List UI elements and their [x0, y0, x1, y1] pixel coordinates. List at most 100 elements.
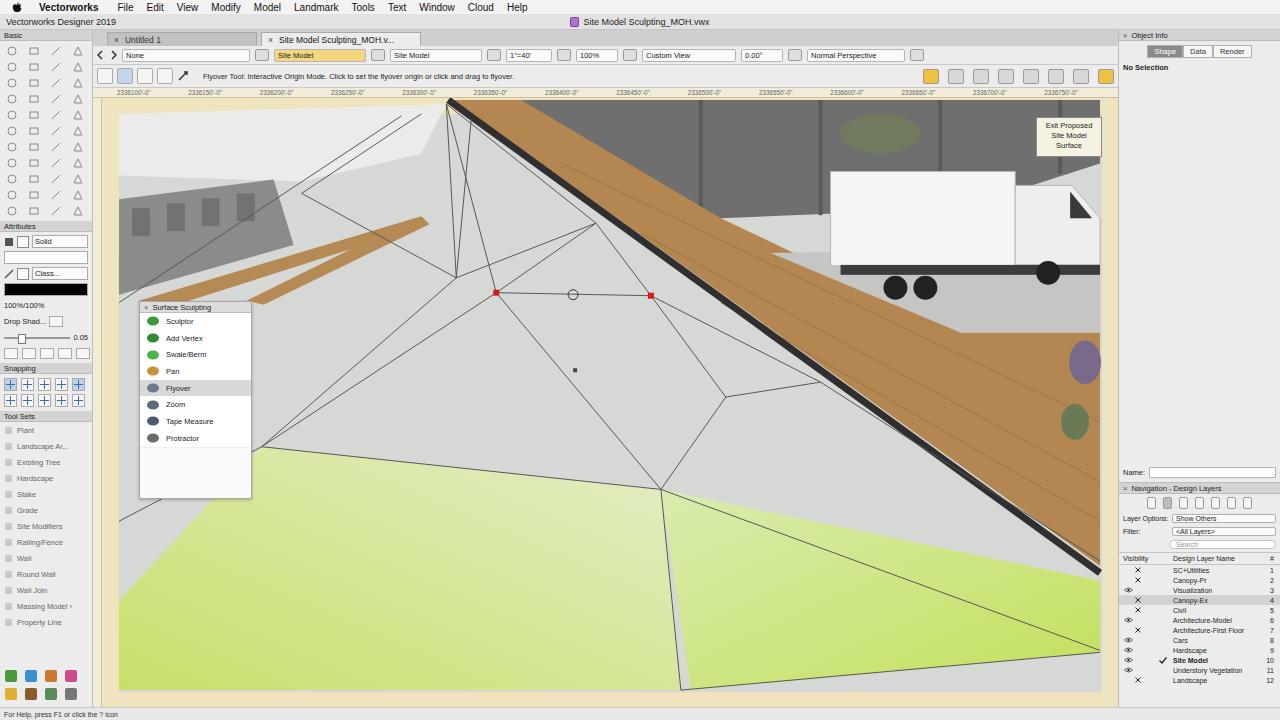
navigation-mode-button[interactable]: [1195, 497, 1204, 509]
layer-row[interactable]: SC+Utilities1: [1119, 565, 1280, 575]
mode-button[interactable]: [137, 68, 153, 84]
tool-icon[interactable]: [50, 141, 62, 153]
tool-icon[interactable]: [6, 189, 18, 201]
toolbar-button[interactable]: [1073, 69, 1089, 84]
name-field[interactable]: [1149, 467, 1276, 478]
tool-icon[interactable]: [72, 205, 84, 217]
site-model-scene[interactable]: [102, 98, 1118, 707]
tool-set-item[interactable]: Plant: [0, 422, 92, 438]
tool-set-item[interactable]: Property Line: [0, 614, 92, 630]
scale-field[interactable]: 1"=40': [506, 49, 552, 62]
toolbar-button[interactable]: [1098, 69, 1114, 84]
rotation-field[interactable]: 0.00°: [741, 49, 783, 62]
view-field[interactable]: Custom View: [642, 49, 736, 62]
menu-item[interactable]: Modify: [211, 2, 240, 13]
view-icon[interactable]: [623, 49, 637, 61]
sculpt-tool[interactable]: Tape Measure: [140, 413, 251, 430]
tool-icon[interactable]: [6, 173, 18, 185]
tool-icon[interactable]: [28, 45, 40, 57]
snap-icon[interactable]: [21, 394, 34, 407]
tool-icon[interactable]: [6, 77, 18, 89]
tool-set-item[interactable]: Railing/Fence: [0, 534, 92, 550]
menu-item[interactable]: Tools: [352, 2, 375, 13]
object-info-tab[interactable]: Data: [1183, 45, 1213, 58]
layer-icon[interactable]: [255, 49, 269, 61]
tool-icon[interactable]: [6, 61, 18, 73]
tool-icon[interactable]: [6, 45, 18, 57]
sheet-layer-field[interactable]: Site Model: [390, 49, 482, 62]
layer-row[interactable]: Civil5: [1119, 605, 1280, 615]
sculpt-tool[interactable]: Protractor: [140, 430, 251, 447]
hidden-x-icon[interactable]: [1135, 567, 1141, 573]
toolbar-button[interactable]: [1048, 69, 1064, 84]
app-menu[interactable]: Vectorworks: [39, 2, 98, 13]
menu-item[interactable]: Edit: [147, 2, 164, 13]
tool-icon[interactable]: [72, 173, 84, 185]
hidden-x-icon[interactable]: [1135, 607, 1141, 613]
menu-item[interactable]: Cloud: [468, 2, 494, 13]
tool-icon[interactable]: [50, 77, 62, 89]
document-tab[interactable]: ×Site Model Sculpting_MOH.v...: [261, 32, 421, 46]
tool-icon[interactable]: [28, 125, 40, 137]
menu-item[interactable]: Model: [254, 2, 281, 13]
pen-color-bar[interactable]: [4, 283, 88, 296]
sculpt-tool[interactable]: Add Vertex: [140, 330, 251, 347]
tool-set-item[interactable]: Wall: [0, 550, 92, 566]
arrow-style-button[interactable]: [40, 348, 54, 359]
tool-icon[interactable]: [6, 141, 18, 153]
layer-row[interactable]: Landscape12: [1119, 675, 1280, 685]
fill-swatch[interactable]: [17, 236, 29, 248]
menu-item[interactable]: Landmark: [294, 2, 338, 13]
tool-icon[interactable]: [50, 93, 62, 105]
fill-color-bar[interactable]: [4, 251, 88, 264]
sculpt-tool[interactable]: Swale/Berm: [140, 346, 251, 363]
snap-icon[interactable]: [55, 394, 68, 407]
tool-icon[interactable]: [50, 205, 62, 217]
line-weight-value[interactable]: 0.05: [73, 333, 88, 342]
tool-set-item[interactable]: Wall Join: [0, 582, 92, 598]
tool-icon[interactable]: [72, 93, 84, 105]
document-tab[interactable]: ×Untitled 1: [107, 32, 257, 46]
working-plane-icon[interactable]: [788, 49, 802, 61]
menu-item[interactable]: Text: [388, 2, 406, 13]
tool-icon[interactable]: [72, 109, 84, 121]
tool-icon[interactable]: [28, 157, 40, 169]
navigation-mode-button[interactable]: [1147, 497, 1156, 509]
mode-button[interactable]: [97, 68, 113, 84]
navigation-mode-button[interactable]: [1243, 497, 1252, 509]
sculpt-tool[interactable]: Sculptor: [140, 313, 251, 330]
object-info-tab[interactable]: Shape: [1147, 45, 1183, 58]
arrow-style-button[interactable]: [22, 348, 36, 359]
tool-icon[interactable]: [72, 77, 84, 89]
hidden-x-icon[interactable]: [1135, 597, 1141, 603]
eye-icon[interactable]: [1124, 637, 1133, 643]
eye-icon[interactable]: [1124, 647, 1133, 653]
tool-set-item[interactable]: Massing Model ›: [0, 598, 92, 614]
toolbar-button[interactable]: [973, 69, 989, 84]
palette-close-button[interactable]: ×: [144, 303, 148, 312]
opacity-field[interactable]: 100%/100%: [4, 301, 44, 310]
layer-row[interactable]: Architecture-First Floor7: [1119, 625, 1280, 635]
tool-icon[interactable]: [50, 61, 62, 73]
eye-icon[interactable]: [1124, 667, 1133, 673]
tool-set-item[interactable]: Site Modifiers: [0, 518, 92, 534]
snap-icon[interactable]: [4, 394, 17, 407]
layer-search-field[interactable]: Search: [1169, 540, 1276, 549]
menu-item[interactable]: Help: [507, 2, 528, 13]
eye-icon[interactable]: [1124, 657, 1133, 663]
tool-icon[interactable]: [6, 125, 18, 137]
tool-icon[interactable]: [72, 157, 84, 169]
menu-item[interactable]: File: [117, 2, 133, 13]
layer-list-icon[interactable]: [371, 49, 385, 61]
snap-icon[interactable]: [55, 378, 68, 391]
snap-icon[interactable]: [21, 378, 34, 391]
tool-set-button-icon[interactable]: [44, 669, 58, 683]
sculpt-tool[interactable]: Pan: [140, 363, 251, 380]
back-forward-icon[interactable]: [97, 50, 117, 60]
render-mode-field[interactable]: Normal Perspective: [807, 49, 905, 62]
toolbar-button[interactable]: [948, 69, 964, 84]
eye-icon[interactable]: [1124, 617, 1133, 623]
tool-set-button-icon[interactable]: [4, 669, 18, 683]
layer-row[interactable]: Cars8: [1119, 635, 1280, 645]
tool-icon[interactable]: [50, 189, 62, 201]
